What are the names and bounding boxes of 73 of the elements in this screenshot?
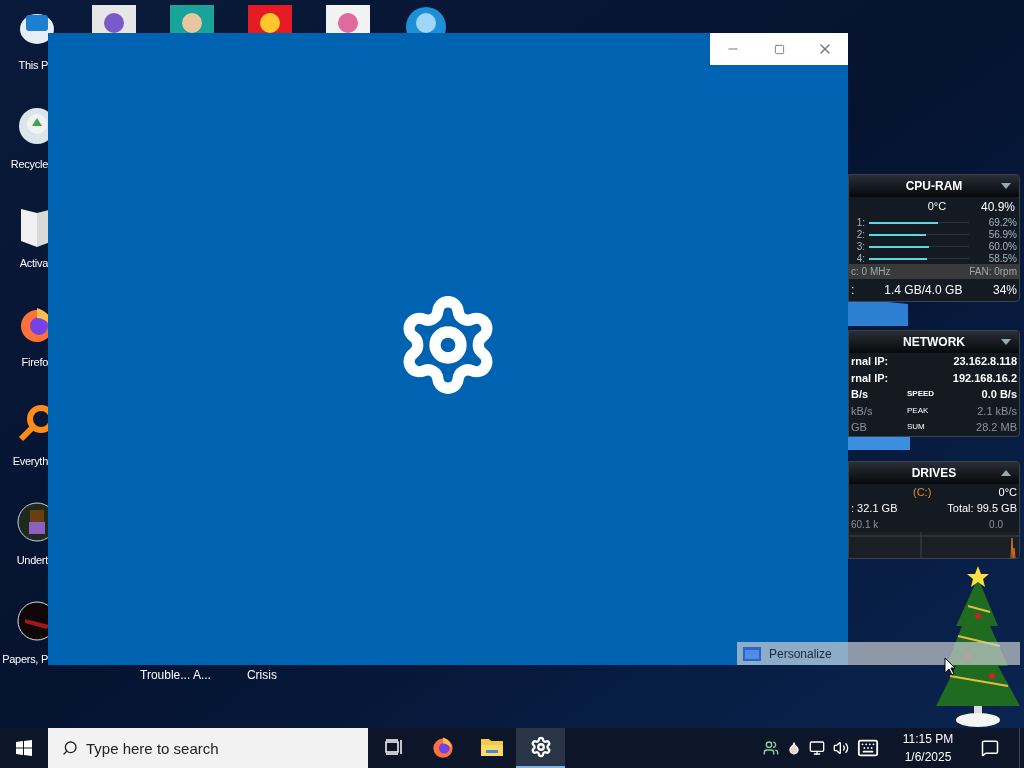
ip-label: rnal IP:	[851, 354, 889, 369]
stat-left-value: B/s	[851, 387, 870, 402]
ip-label: rnal IP:	[851, 370, 889, 386]
stat-label: SPEED	[907, 388, 935, 401]
settings-icon	[529, 736, 552, 758]
stat-label: PEAK	[907, 404, 929, 417]
clock-time[interactable]: 11:15 PM	[902, 730, 954, 748]
ip-value: 23.162.8.118	[953, 354, 1017, 369]
drive-letter: (C:)	[913, 484, 932, 500]
drive-free: : 32.1 GB	[851, 501, 898, 516]
maximize-icon	[773, 43, 785, 55]
core-value: 69.2%	[988, 215, 1017, 230]
app-icon	[170, 5, 214, 35]
fan-speed: FAN: 0rpm	[969, 265, 1017, 279]
stat-value: 0.0 B/s	[981, 387, 1017, 402]
stat-value: 2.1 kB/s	[977, 403, 1017, 419]
core-label: 2:	[855, 227, 865, 242]
personalize-menu-item[interactable]: Personalize	[737, 642, 1020, 665]
people-icon[interactable]	[763, 740, 779, 756]
core-value: 58.5%	[988, 251, 1017, 266]
app-icon	[92, 5, 136, 35]
core-value: 56.9%	[988, 227, 1017, 242]
volume-icon[interactable]	[833, 740, 849, 756]
expand-caret-icon[interactable]	[1001, 339, 1011, 345]
ram-percent: 34%	[992, 282, 1017, 299]
search-field[interactable]: Type here to search	[48, 728, 368, 768]
core-label: 4:	[855, 251, 865, 266]
drop-icon[interactable]	[787, 741, 801, 755]
gadget-title: NETWORK	[903, 334, 965, 351]
network-icon[interactable]	[809, 740, 825, 756]
icon-label[interactable]: Recycle	[10, 156, 48, 173]
expand-caret-icon[interactable]	[1001, 183, 1011, 189]
gadget-title: CPU-RAM	[905, 178, 963, 195]
app-icon	[248, 5, 292, 35]
folder-icon	[479, 737, 504, 757]
icon-label[interactable]: Everyth	[12, 453, 48, 470]
search-icon	[62, 740, 78, 756]
drive-read: 60.1 k	[851, 517, 879, 532]
app-icon	[326, 5, 370, 35]
ram-usage: 1.4 GB/4.0 GB	[884, 282, 963, 299]
icon-label[interactable]: Undert	[16, 552, 48, 569]
core-label: 3:	[855, 239, 865, 254]
cpu-total: 40.9%	[980, 199, 1015, 216]
stat-left-value: kB/s	[851, 403, 874, 419]
collapse-caret-icon[interactable]	[1001, 469, 1011, 476]
core-value: 60.0%	[988, 239, 1017, 254]
display-icon	[743, 646, 761, 661]
core-label: 1:	[855, 215, 865, 230]
icon-label[interactable]: Papers, P	[2, 651, 48, 668]
firefox-icon	[430, 735, 455, 759]
taskbar-app[interactable]	[516, 728, 565, 768]
keyboard-icon[interactable]	[857, 737, 879, 759]
cpu-temperature: 0°C	[927, 199, 947, 214]
gadget-title: DRIVES	[911, 464, 957, 482]
task-view-icon	[384, 739, 403, 755]
drive-temperature: 0°C	[998, 484, 1017, 500]
icon-label[interactable]: This P	[18, 57, 48, 74]
stat-label: SUM	[907, 421, 925, 434]
drive-write: 0.0	[989, 517, 1003, 532]
notifications-icon[interactable]	[981, 739, 999, 757]
drive-total: Total: 99.5 GB	[947, 501, 1017, 516]
icon-label[interactable]: Firefo	[21, 354, 48, 371]
icon-label[interactable]: Activa	[19, 255, 48, 272]
cpu-frequency: c: 0 MHz	[851, 265, 891, 279]
icon-label[interactable]: Crisis	[246, 666, 277, 684]
clock-date[interactable]: 1/6/2025	[904, 748, 952, 766]
windows-logo-icon	[16, 740, 32, 756]
icon-label[interactable]: Trouble... A...	[140, 666, 211, 684]
stat-value: 28.2 MB	[976, 420, 1017, 435]
mouse-cursor-icon	[944, 657, 956, 676]
ram-label: :	[851, 282, 855, 299]
ip-value: 192.168.16.2	[952, 370, 1017, 386]
stat-left-value: GB	[851, 420, 868, 435]
